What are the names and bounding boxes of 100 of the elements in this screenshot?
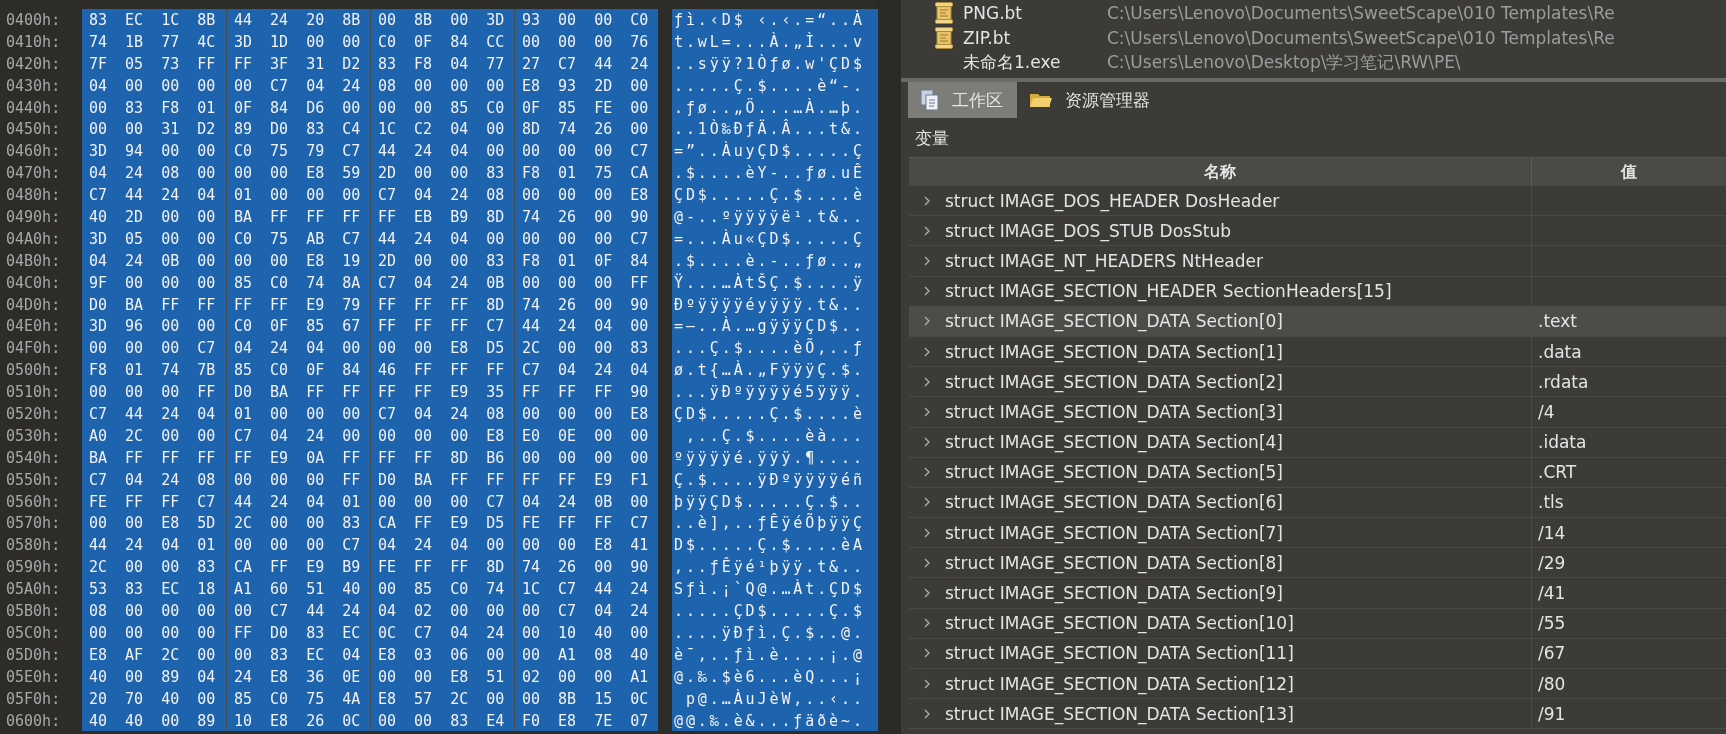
hex-bytes: C7 04 24 08 00 00 00 FF D0 BA FF FF FF FF E9 F1 <box>82 468 658 491</box>
variable-row[interactable]: struct IMAGE_DOS_HEADER DosHeader <box>909 186 1726 217</box>
chevron-right-icon[interactable] <box>923 376 931 387</box>
variable-value: /29 <box>1538 552 1566 573</box>
variable-value: /91 <box>1538 703 1566 724</box>
variable-row[interactable]: struct IMAGE_SECTION_HEADER SectionHeaders[15] <box>909 276 1726 307</box>
variable-name: struct IMAGE_SECTION_DATA Section[11] <box>945 643 1294 664</box>
hex-bytes: F8 01 74 7B 85 C0 0F 84 46 FF FF FF C7 04 24 04 <box>82 359 658 382</box>
variable-value: /80 <box>1538 673 1566 694</box>
chevron-right-icon[interactable] <box>923 618 931 629</box>
hex-bytes: 83 EC 1C 8B 44 24 20 8B 00 8B 00 3D 93 00 00 C0 <box>82 9 658 31</box>
variable-row[interactable]: struct IMAGE_DOS_STUB DosStub <box>909 216 1726 247</box>
hex-bytes: 00 00 00 FF D0 BA FF FF FF FF E9 35 FF FF FF 90 <box>82 381 658 404</box>
variable-row[interactable]: struct IMAGE_SECTION_DATA Section[12] /80 <box>909 669 1726 700</box>
variable-name: struct IMAGE_SECTION_DATA Section[13] <box>945 703 1294 724</box>
chevron-right-icon[interactable] <box>923 225 931 236</box>
variable-name: struct IMAGE_SECTION_DATA Section[1] <box>945 341 1283 362</box>
variable-name: struct IMAGE_NT_HEADERS NtHeader <box>945 250 1263 271</box>
file-path: C:\Users\Lenovo\Documents\SweetScape\010 Templates\Re <box>1107 27 1615 48</box>
ascii-text: è¯,..ƒì.è....¡.@ <box>672 643 878 666</box>
hex-bytes: 00 00 31 D2 89 D0 83 C4 1C C2 04 00 8D 74 26 00 <box>82 118 658 141</box>
variable-row[interactable]: struct IMAGE_SECTION_DATA Section[1] .data <box>909 336 1726 368</box>
ascii-text: .$....è.-..ƒø..„ <box>672 249 878 272</box>
variable-row[interactable]: struct IMAGE_SECTION_DATA Section[4] .idata <box>909 427 1726 458</box>
panel-tab[interactable]: 资源管理器 <box>1017 82 1164 118</box>
variable-row[interactable]: struct IMAGE_SECTION_DATA Section[8] /29 <box>909 548 1726 579</box>
variable-name: struct IMAGE_SECTION_DATA Section[0] <box>945 311 1283 332</box>
chevron-right-icon[interactable] <box>923 255 931 266</box>
variable-name: struct IMAGE_DOS_HEADER DosHeader <box>945 190 1280 211</box>
hex-bytes: 20 70 40 00 85 C0 75 4A E8 57 2C 00 00 8B 15 0C <box>82 687 658 710</box>
variable-name: struct IMAGE_SECTION_DATA Section[9] <box>945 583 1283 604</box>
file-name[interactable]: 未命名1.exe <box>957 51 1107 74</box>
variable-value: /67 <box>1538 643 1566 664</box>
variable-name: struct IMAGE_SECTION_DATA Section[12] <box>945 673 1294 694</box>
file-name[interactable]: PNG.bt <box>957 2 1107 23</box>
variable-row[interactable]: struct IMAGE_SECTION_DATA Section[3] /4 <box>909 397 1726 428</box>
ascii-text: Ç.$....ÿÐºÿÿÿÿéñ <box>672 468 878 491</box>
chevron-right-icon[interactable] <box>923 346 931 357</box>
scroll-icon <box>935 26 953 49</box>
chevron-right-icon[interactable] <box>923 437 931 448</box>
variable-name: struct IMAGE_SECTION_HEADER SectionHeaders[15] <box>945 281 1392 302</box>
chevron-right-icon[interactable] <box>923 316 931 327</box>
variable-row[interactable]: struct IMAGE_SECTION_DATA Section[7] /14 <box>909 518 1726 549</box>
file-name[interactable]: ZIP.bt <box>957 27 1107 48</box>
ascii-text: =–..À.…gÿÿÿÇD$.. <box>672 315 878 338</box>
variable-row[interactable]: struct IMAGE_SECTION_DATA Section[10] /55 <box>909 608 1726 639</box>
variable-name: struct IMAGE_SECTION_DATA Section[6] <box>945 492 1283 513</box>
variable-row[interactable]: struct IMAGE_NT_HEADERS NtHeader <box>909 246 1726 277</box>
hex-bytes: 00 00 00 00 FF D0 83 EC 0C C7 04 24 00 10 40 00 <box>82 621 658 644</box>
variable-row[interactable]: struct IMAGE_SECTION_DATA Section[6] .tls <box>909 487 1726 519</box>
variable-value: /4 <box>1538 401 1555 422</box>
variable-value: /55 <box>1538 613 1566 634</box>
offset-label: 0570h: <box>5 513 62 535</box>
variable-row[interactable]: struct IMAGE_SECTION_DATA Section[0] .text <box>909 306 1726 337</box>
variable-value: .tls <box>1538 492 1564 513</box>
ascii-text: .....ÇD$.....Ç.$ <box>672 600 878 622</box>
hex-bytes: 04 24 0B 00 00 00 E8 19 2D 00 00 83 F8 01 0F 84 <box>82 249 658 272</box>
ascii-text: þÿÿÇD$.....Ç.$.. <box>672 490 878 513</box>
hex-bytes: 00 00 E8 5D 2C 00 00 83 CA FF E9 D5 FE FF FF C7 <box>82 512 658 535</box>
variable-value: .text <box>1538 311 1577 332</box>
offset-label: 0530h: <box>5 425 62 447</box>
chevron-right-icon[interactable] <box>923 406 931 417</box>
hex-bytes: C7 44 24 04 01 00 00 00 C7 04 24 08 00 00 00 E8 <box>82 403 658 425</box>
chevron-right-icon[interactable] <box>923 286 931 297</box>
chevron-right-icon[interactable] <box>923 588 931 599</box>
offset-label: 0440h: <box>5 97 62 119</box>
variable-name: struct IMAGE_DOS_STUB DosStub <box>945 220 1231 241</box>
hex-bytes: 3D 94 00 00 C0 75 79 C7 44 24 04 00 00 00 00 C7 <box>82 140 658 163</box>
ascii-text: ÇD$.....Ç.$....è <box>672 403 878 425</box>
chevron-right-icon[interactable] <box>923 678 931 689</box>
offset-label: 0600h: <box>5 710 62 732</box>
chevron-right-icon[interactable] <box>923 467 931 478</box>
offset-label: 0460h: <box>5 141 62 163</box>
chevron-right-icon[interactable] <box>923 527 931 538</box>
hex-bytes: 04 00 00 00 00 C7 04 24 08 00 00 00 E8 93 2D 00 <box>82 74 658 97</box>
offset-label: 04C0h: <box>5 272 62 294</box>
column-header[interactable]: 值 <box>1531 158 1726 186</box>
offset-label: 05E0h: <box>5 666 62 688</box>
chevron-right-icon[interactable] <box>923 195 931 206</box>
variable-row[interactable]: struct IMAGE_SECTION_DATA Section[5] .CRT <box>909 457 1726 488</box>
hex-bytes: 3D 96 00 00 C0 0F 85 67 FF FF FF C7 44 24 04 00 <box>82 315 658 338</box>
hex-bytes: D0 BA FF FF FF FF E9 79 FF FF FF 8D 74 26 00 90 <box>82 293 658 316</box>
chevron-right-icon[interactable] <box>923 708 931 719</box>
chevron-right-icon[interactable] <box>923 648 931 659</box>
variable-row[interactable]: struct IMAGE_SECTION_DATA Section[9] /41 <box>909 578 1726 609</box>
ascii-text: ..sÿÿ?1Òƒø.w'ÇD$ <box>672 52 878 75</box>
offset-label: 04B0h: <box>5 250 62 272</box>
ascii-text: ...Ç.$....èÕ,..ƒ <box>672 337 878 360</box>
chevron-right-icon[interactable] <box>923 557 931 568</box>
hex-bytes: 2C 00 00 83 CA FF E9 B9 FE FF FF 8D 74 26 00 90 <box>82 556 658 579</box>
variable-row[interactable]: struct IMAGE_SECTION_DATA Section[2] .rdata <box>909 367 1726 398</box>
ascii-text: .$....èY-..ƒø.uÊ <box>672 162 878 185</box>
chevron-right-icon[interactable] <box>923 497 931 508</box>
hex-bytes: 44 24 04 01 00 00 00 C7 04 24 04 00 00 00 E8 41 <box>82 534 658 557</box>
variable-row[interactable]: struct IMAGE_SECTION_DATA Section[13] /91 <box>909 699 1726 730</box>
column-header[interactable]: 名称 <box>909 158 1531 186</box>
variable-row[interactable]: struct IMAGE_SECTION_DATA Section[11] /67 <box>909 638 1726 669</box>
offset-label: 0500h: <box>5 360 62 382</box>
ascii-text: =...Àu«ÇD$.....Ç <box>672 227 878 250</box>
ascii-text: ....ÿÐƒì.Ç.$..@. <box>672 621 878 644</box>
